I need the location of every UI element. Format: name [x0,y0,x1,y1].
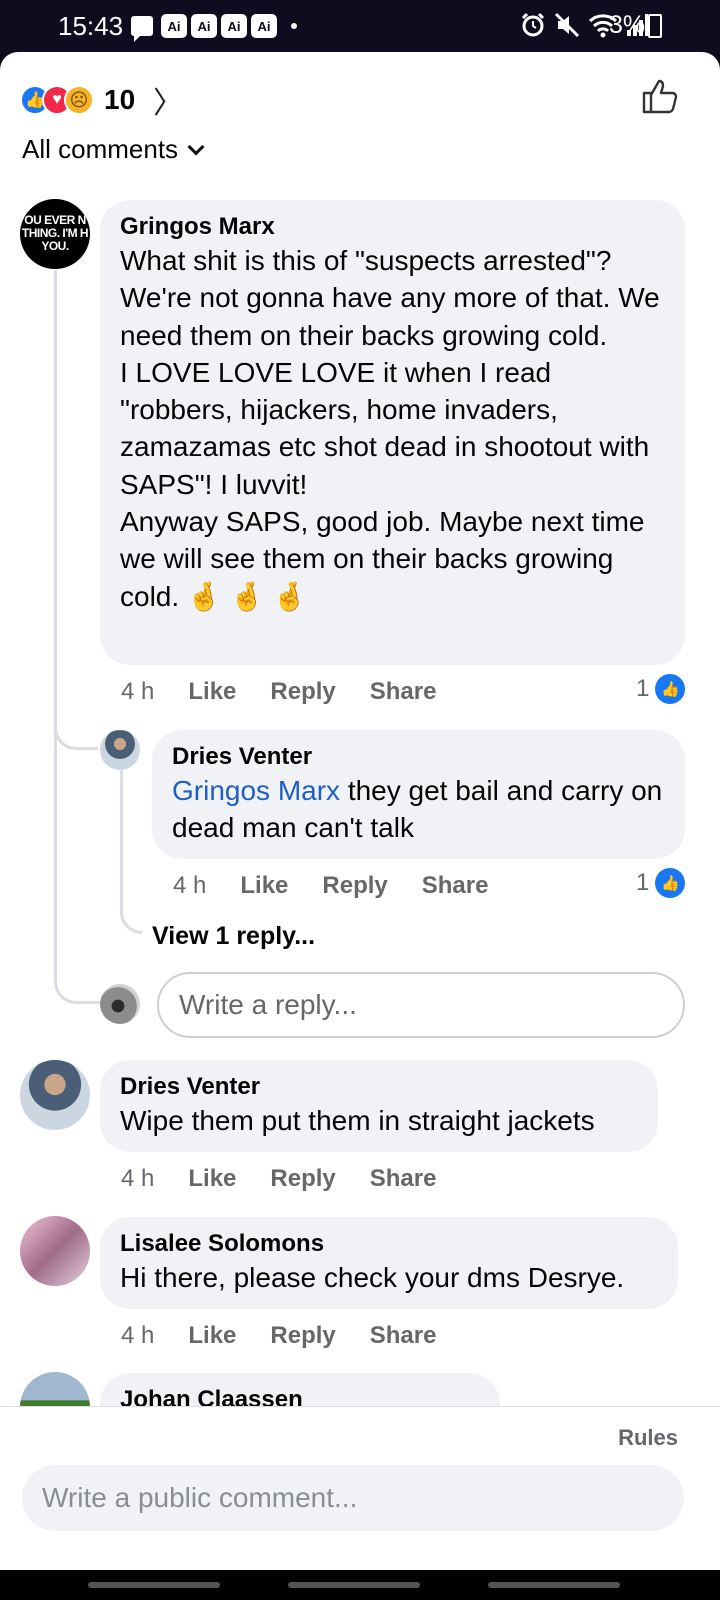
avatar[interactable] [100,730,140,770]
mention-link[interactable]: Gringos Marx [172,775,340,806]
reply-bubble: Dries Venter Gringos Marx they get bail … [152,730,685,859]
reactions-summary[interactable]: 👍 ♥ ☹ 10 〉 [20,78,183,122]
public-comment-input[interactable]: Write a public comment... [22,1465,684,1531]
comment-actions: 4 h Like Reply Share [121,678,436,706]
chevron-down-icon [187,138,205,155]
sad-reaction-icon: ☹ [64,85,94,115]
public-comment-placeholder: Write a public comment... [42,1482,358,1513]
comment-text: Hi there, please check your dms Desrye. [120,1262,625,1293]
battery-level: 3% [609,11,646,39]
thread-connector [120,764,142,934]
comment-author[interactable]: Gringos Marx [120,212,665,242]
comment-bubble: Gringos Marx What shit is this of "suspe… [100,200,685,665]
share-button[interactable]: Share [370,678,437,706]
chat-icon [131,16,153,42]
like-button[interactable]: Like [188,678,236,706]
reaction-count: 10 [104,84,136,115]
ai-badge: Ai [221,14,247,38]
like-post-icon[interactable] [640,76,680,116]
recent-apps-button[interactable] [88,1582,220,1588]
avatar[interactable] [20,1216,90,1286]
share-button[interactable]: Share [370,1165,437,1193]
battery-icon [648,14,662,38]
status-bar: 15:43 Ai Ai Ai Ai 3% [0,0,720,52]
reply-button[interactable]: Reply [270,1165,335,1193]
comment-time[interactable]: 4 h [173,872,206,900]
reply-input[interactable]: Write a reply... [157,972,685,1038]
comment-text: Wipe them put them in straight jackets [120,1105,595,1136]
view-replies-link[interactable]: View 1 reply... [152,922,315,951]
reply-button[interactable]: Reply [270,1322,335,1350]
comment-like-count[interactable]: 1 👍 [636,674,686,704]
reply-button[interactable]: Reply [270,678,335,706]
alarm-icon [521,12,545,37]
like-badge-icon: 👍 [655,868,686,898]
ai-badge: Ai [251,14,277,38]
thread-connector [54,270,98,750]
ai-badge: Ai [191,14,217,38]
comment-author[interactable]: Lisalee Solomons [120,1229,658,1259]
sort-label: All comments [22,134,179,164]
comment-bubble: Dries Venter Wipe them put them in strai… [100,1060,658,1152]
like-badge-icon: 👍 [655,674,686,704]
reply-text: Gringos Marx they get bail and carry on … [172,772,665,847]
avatar[interactable]: OU EVER N THING. I'M H YOU. [20,199,90,269]
ai-badge: Ai [161,14,187,38]
comment-time[interactable]: 4 h [121,1165,154,1193]
comment-actions: 4 h Like Reply Share [121,1165,436,1193]
comment-sort-dropdown[interactable]: All comments [22,134,205,165]
mute-icon [554,12,580,38]
back-button[interactable] [488,1582,620,1588]
reply-button[interactable]: Reply [322,872,387,900]
reply-placeholder: Write a reply... [179,989,357,1020]
comment-actions: 4 h Like Reply Share [121,1322,436,1350]
thread-connector [54,692,100,1004]
status-time: 15:43 [58,11,124,41]
home-button[interactable] [288,1582,420,1588]
share-button[interactable]: Share [370,1322,437,1350]
more-notifications-dot [291,23,297,29]
like-button[interactable]: Like [188,1322,236,1350]
avatar[interactable] [20,1060,90,1130]
system-nav-bar [0,1570,720,1600]
like-count-number: 1 [636,869,650,896]
comment-bubble: Lisalee Solomons Hi there, please check … [100,1217,678,1309]
like-button[interactable]: Like [188,1165,236,1193]
chevron-right-icon: 〉 [153,87,184,120]
comment-author[interactable]: Dries Venter [172,742,665,772]
comment-time[interactable]: 4 h [121,1322,154,1350]
comment-like-count[interactable]: 1 👍 [636,868,686,898]
rules-link[interactable]: Rules [618,1425,678,1451]
comment-text: What shit is this of "suspects arrested"… [120,245,660,612]
comment-author[interactable]: Dries Venter [120,1072,638,1102]
like-button[interactable]: Like [240,872,288,900]
avatar [100,984,140,1024]
status-notification-icons: Ai Ai Ai Ai [131,14,297,42]
comment-time[interactable]: 4 h [121,678,154,706]
like-count-number: 1 [636,675,650,702]
comment-composer: Rules Write a public comment... [0,1406,720,1570]
share-button[interactable]: Share [422,872,489,900]
comments-panel: 👍 ♥ ☹ 10 〉 All comments OU EVER N THING.… [0,52,720,1570]
comment-actions: 4 h Like Reply Share [173,872,488,900]
